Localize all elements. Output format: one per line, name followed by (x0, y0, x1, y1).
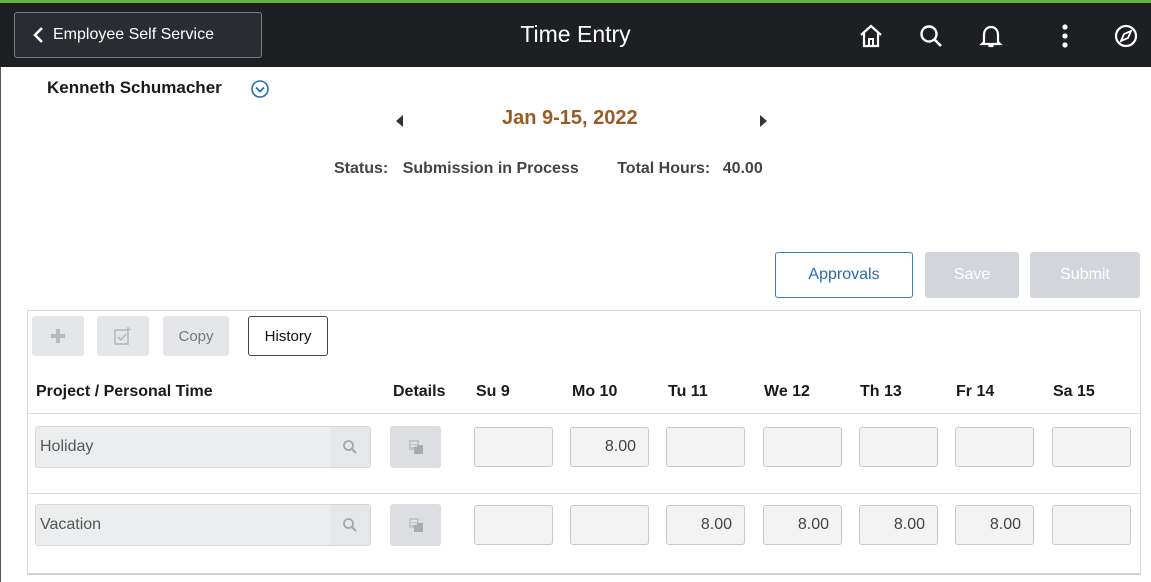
column-header-day: Tu 11 (668, 383, 708, 400)
hours-cell[interactable] (1052, 427, 1131, 467)
details-button[interactable] (390, 426, 441, 468)
total-hours-value: 40.00 (722, 160, 763, 177)
hours-cell[interactable] (1052, 505, 1131, 545)
column-header-day: Th 13 (860, 383, 902, 400)
search-icon[interactable] (916, 21, 946, 51)
row-divider (28, 413, 1140, 414)
copy-button[interactable]: Copy (163, 316, 229, 356)
hours-cell[interactable] (666, 427, 745, 467)
next-week-arrow[interactable] (760, 115, 767, 127)
column-header-day: We 12 (764, 383, 810, 400)
column-header-day: Mo 10 (572, 383, 618, 400)
column-header-details: Details (393, 383, 446, 400)
project-field-value: Holiday (40, 438, 94, 455)
status-label: Status: (334, 160, 389, 177)
hours-cell[interactable] (859, 427, 938, 467)
status-value: Submission in Process (402, 160, 579, 177)
total-hours-label: Total Hours: (617, 160, 711, 177)
bell-icon[interactable] (976, 21, 1006, 51)
details-icon (408, 440, 423, 454)
column-header-day: Su 9 (476, 383, 510, 400)
row-divider (28, 493, 1140, 494)
plus-icon (51, 329, 65, 343)
employee-name: Kenneth Schumacher (47, 78, 222, 97)
hours-cell[interactable]: 8.00 (859, 505, 938, 545)
more-vertical-icon[interactable] (1050, 21, 1080, 51)
edit-icon (114, 327, 131, 345)
chevron-down-icon[interactable] (250, 79, 270, 99)
status-summary: Status: Submission in Process Total Hour… (334, 160, 763, 178)
project-field[interactable]: Holiday (35, 426, 371, 468)
add-row-button[interactable] (32, 316, 84, 356)
hours-cell[interactable] (474, 505, 553, 545)
search-icon[interactable] (330, 505, 370, 545)
column-header-project: Project / Personal Time (36, 383, 213, 400)
week-period: Jan 9-15, 2022 (502, 107, 638, 129)
previous-week-arrow[interactable] (396, 115, 403, 127)
hours-cell[interactable] (474, 427, 553, 467)
hours-cell[interactable] (570, 505, 649, 545)
edit-row-button[interactable] (97, 316, 149, 356)
project-field[interactable]: Vacation (35, 504, 371, 546)
compass-icon[interactable] (1111, 21, 1141, 51)
search-icon[interactable] (330, 427, 370, 467)
header-bar: Employee Self Service Time Entry (0, 0, 1151, 67)
column-header-day: Sa 15 (1053, 383, 1095, 400)
project-field-value: Vacation (40, 516, 102, 533)
save-button[interactable]: Save (925, 252, 1019, 298)
history-button[interactable]: History (248, 316, 328, 356)
hours-cell[interactable]: 8.00 (763, 505, 842, 545)
column-header-day: Fr 14 (956, 383, 995, 400)
hours-cell[interactable]: 8.00 (570, 427, 649, 467)
hours-cell[interactable]: 8.00 (955, 505, 1034, 545)
hours-cell[interactable] (763, 427, 842, 467)
hours-cell[interactable]: 8.00 (666, 505, 745, 545)
details-button[interactable] (390, 504, 441, 546)
approvals-button[interactable]: Approvals (775, 252, 913, 298)
home-icon[interactable] (856, 21, 886, 51)
details-icon (408, 518, 423, 532)
submit-button[interactable]: Submit (1030, 252, 1140, 298)
hours-cell[interactable] (955, 427, 1034, 467)
